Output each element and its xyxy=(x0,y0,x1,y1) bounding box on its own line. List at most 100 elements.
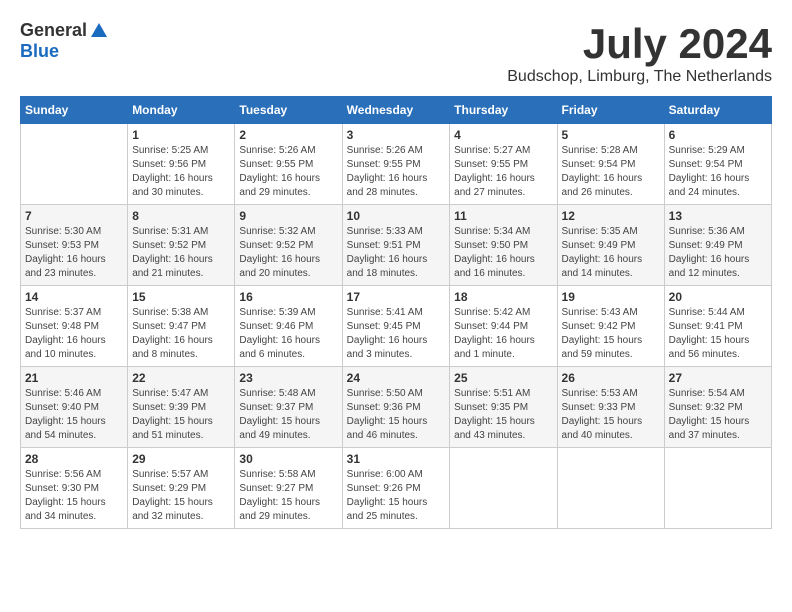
weekday-header-tuesday: Tuesday xyxy=(235,97,342,124)
day-number: 21 xyxy=(25,371,123,385)
calendar-cell: 30 Sunrise: 5:58 AM Sunset: 9:27 PM Dayli… xyxy=(235,448,342,529)
calendar-week-5: 28 Sunrise: 5:56 AM Sunset: 9:30 PM Dayli… xyxy=(21,448,772,529)
title-section: July 2024 Budschop, Limburg, The Netherl… xyxy=(507,20,772,86)
day-number: 1 xyxy=(132,128,230,142)
day-info: Sunrise: 5:29 AM Sunset: 9:54 PM Dayligh… xyxy=(669,144,767,200)
day-number: 10 xyxy=(347,209,446,223)
day-number: 12 xyxy=(562,209,660,223)
day-info: Sunrise: 5:26 AM Sunset: 9:55 PM Dayligh… xyxy=(239,144,337,200)
logo-general: General xyxy=(20,20,87,41)
calendar-cell: 26 Sunrise: 5:53 AM Sunset: 9:33 PM Dayli… xyxy=(557,367,664,448)
calendar-cell: 18 Sunrise: 5:42 AM Sunset: 9:44 PM Dayli… xyxy=(450,286,557,367)
day-info: Sunrise: 5:37 AM Sunset: 9:48 PM Dayligh… xyxy=(25,306,123,362)
weekday-header-thursday: Thursday xyxy=(450,97,557,124)
weekday-header-friday: Friday xyxy=(557,97,664,124)
location: Budschop, Limburg, The Netherlands xyxy=(507,68,772,86)
day-info: Sunrise: 5:42 AM Sunset: 9:44 PM Dayligh… xyxy=(454,306,552,362)
calendar-week-3: 14 Sunrise: 5:37 AM Sunset: 9:48 PM Dayli… xyxy=(21,286,772,367)
day-info: Sunrise: 5:41 AM Sunset: 9:45 PM Dayligh… xyxy=(347,306,446,362)
logo-icon xyxy=(89,21,109,41)
day-info: Sunrise: 5:30 AM Sunset: 9:53 PM Dayligh… xyxy=(25,225,123,281)
day-number: 18 xyxy=(454,290,552,304)
calendar-cell: 16 Sunrise: 5:39 AM Sunset: 9:46 PM Dayli… xyxy=(235,286,342,367)
day-info: Sunrise: 6:00 AM Sunset: 9:26 PM Dayligh… xyxy=(347,468,446,524)
calendar-cell: 29 Sunrise: 5:57 AM Sunset: 9:29 PM Dayli… xyxy=(128,448,235,529)
calendar-cell: 31 Sunrise: 6:00 AM Sunset: 9:26 PM Dayli… xyxy=(342,448,450,529)
day-number: 14 xyxy=(25,290,123,304)
day-info: Sunrise: 5:28 AM Sunset: 9:54 PM Dayligh… xyxy=(562,144,660,200)
calendar-cell: 25 Sunrise: 5:51 AM Sunset: 9:35 PM Dayli… xyxy=(450,367,557,448)
day-info: Sunrise: 5:35 AM Sunset: 9:49 PM Dayligh… xyxy=(562,225,660,281)
day-info: Sunrise: 5:33 AM Sunset: 9:51 PM Dayligh… xyxy=(347,225,446,281)
calendar-week-2: 7 Sunrise: 5:30 AM Sunset: 9:53 PM Daylig… xyxy=(21,205,772,286)
calendar-cell: 1Sunrise: 5:25 AM Sunset: 9:56 PM Daylig… xyxy=(128,124,235,205)
day-number: 16 xyxy=(239,290,337,304)
calendar-cell: 7 Sunrise: 5:30 AM Sunset: 9:53 PM Daylig… xyxy=(21,205,128,286)
day-number: 27 xyxy=(669,371,767,385)
day-number: 24 xyxy=(347,371,446,385)
calendar-cell: 22 Sunrise: 5:47 AM Sunset: 9:39 PM Dayli… xyxy=(128,367,235,448)
day-info: Sunrise: 5:39 AM Sunset: 9:46 PM Dayligh… xyxy=(239,306,337,362)
calendar-header-row: SundayMondayTuesdayWednesdayThursdayFrid… xyxy=(21,97,772,124)
day-info: Sunrise: 5:50 AM Sunset: 9:36 PM Dayligh… xyxy=(347,387,446,443)
weekday-header-monday: Monday xyxy=(128,97,235,124)
day-info: Sunrise: 5:53 AM Sunset: 9:33 PM Dayligh… xyxy=(562,387,660,443)
day-number: 15 xyxy=(132,290,230,304)
day-number: 3 xyxy=(347,128,446,142)
day-info: Sunrise: 5:54 AM Sunset: 9:32 PM Dayligh… xyxy=(669,387,767,443)
day-info: Sunrise: 5:57 AM Sunset: 9:29 PM Dayligh… xyxy=(132,468,230,524)
calendar-cell: 6 Sunrise: 5:29 AM Sunset: 9:54 PM Daylig… xyxy=(664,124,771,205)
calendar-cell: 4 Sunrise: 5:27 AM Sunset: 9:55 PM Daylig… xyxy=(450,124,557,205)
day-number: 22 xyxy=(132,371,230,385)
calendar-cell: 9Sunrise: 5:32 AM Sunset: 9:52 PM Daylig… xyxy=(235,205,342,286)
day-number: 9 xyxy=(239,209,337,223)
calendar-table: SundayMondayTuesdayWednesdayThursdayFrid… xyxy=(20,96,772,529)
day-number: 26 xyxy=(562,371,660,385)
day-number: 4 xyxy=(454,128,552,142)
day-number: 11 xyxy=(454,209,552,223)
calendar-cell: 27 Sunrise: 5:54 AM Sunset: 9:32 PM Dayli… xyxy=(664,367,771,448)
calendar-cell: 8 Sunrise: 5:31 AM Sunset: 9:52 PM Daylig… xyxy=(128,205,235,286)
day-info: Sunrise: 5:44 AM Sunset: 9:41 PM Dayligh… xyxy=(669,306,767,362)
day-info: Sunrise: 5:58 AM Sunset: 9:27 PM Dayligh… xyxy=(239,468,337,524)
day-info: Sunrise: 5:38 AM Sunset: 9:47 PM Dayligh… xyxy=(132,306,230,362)
day-number: 25 xyxy=(454,371,552,385)
day-number: 2 xyxy=(239,128,337,142)
calendar-week-4: 21 Sunrise: 5:46 AM Sunset: 9:40 PM Dayli… xyxy=(21,367,772,448)
day-number: 20 xyxy=(669,290,767,304)
calendar-cell: 28 Sunrise: 5:56 AM Sunset: 9:30 PM Dayli… xyxy=(21,448,128,529)
calendar-cell: 14 Sunrise: 5:37 AM Sunset: 9:48 PM Dayli… xyxy=(21,286,128,367)
day-info: Sunrise: 5:27 AM Sunset: 9:55 PM Dayligh… xyxy=(454,144,552,200)
day-number: 17 xyxy=(347,290,446,304)
day-number: 5 xyxy=(562,128,660,142)
day-info: Sunrise: 5:51 AM Sunset: 9:35 PM Dayligh… xyxy=(454,387,552,443)
day-info: Sunrise: 5:31 AM Sunset: 9:52 PM Dayligh… xyxy=(132,225,230,281)
day-number: 8 xyxy=(132,209,230,223)
weekday-header-sunday: Sunday xyxy=(21,97,128,124)
day-info: Sunrise: 5:26 AM Sunset: 9:55 PM Dayligh… xyxy=(347,144,446,200)
day-number: 19 xyxy=(562,290,660,304)
calendar-cell: 5 Sunrise: 5:28 AM Sunset: 9:54 PM Daylig… xyxy=(557,124,664,205)
day-number: 13 xyxy=(669,209,767,223)
day-number: 30 xyxy=(239,452,337,466)
weekday-header-wednesday: Wednesday xyxy=(342,97,450,124)
day-number: 29 xyxy=(132,452,230,466)
calendar-cell xyxy=(557,448,664,529)
day-info: Sunrise: 5:56 AM Sunset: 9:30 PM Dayligh… xyxy=(25,468,123,524)
day-info: Sunrise: 5:48 AM Sunset: 9:37 PM Dayligh… xyxy=(239,387,337,443)
day-number: 31 xyxy=(347,452,446,466)
calendar-cell: 20 Sunrise: 5:44 AM Sunset: 9:41 PM Dayli… xyxy=(664,286,771,367)
calendar-cell xyxy=(664,448,771,529)
day-info: Sunrise: 5:47 AM Sunset: 9:39 PM Dayligh… xyxy=(132,387,230,443)
weekday-header-saturday: Saturday xyxy=(664,97,771,124)
day-number: 28 xyxy=(25,452,123,466)
day-number: 23 xyxy=(239,371,337,385)
day-info: Sunrise: 5:43 AM Sunset: 9:42 PM Dayligh… xyxy=(562,306,660,362)
day-info: Sunrise: 5:36 AM Sunset: 9:49 PM Dayligh… xyxy=(669,225,767,281)
day-number: 7 xyxy=(25,209,123,223)
day-number: 6 xyxy=(669,128,767,142)
calendar-cell: 15 Sunrise: 5:38 AM Sunset: 9:47 PM Dayli… xyxy=(128,286,235,367)
day-info: Sunrise: 5:46 AM Sunset: 9:40 PM Dayligh… xyxy=(25,387,123,443)
logo-blue: Blue xyxy=(20,41,59,62)
calendar-cell xyxy=(21,124,128,205)
